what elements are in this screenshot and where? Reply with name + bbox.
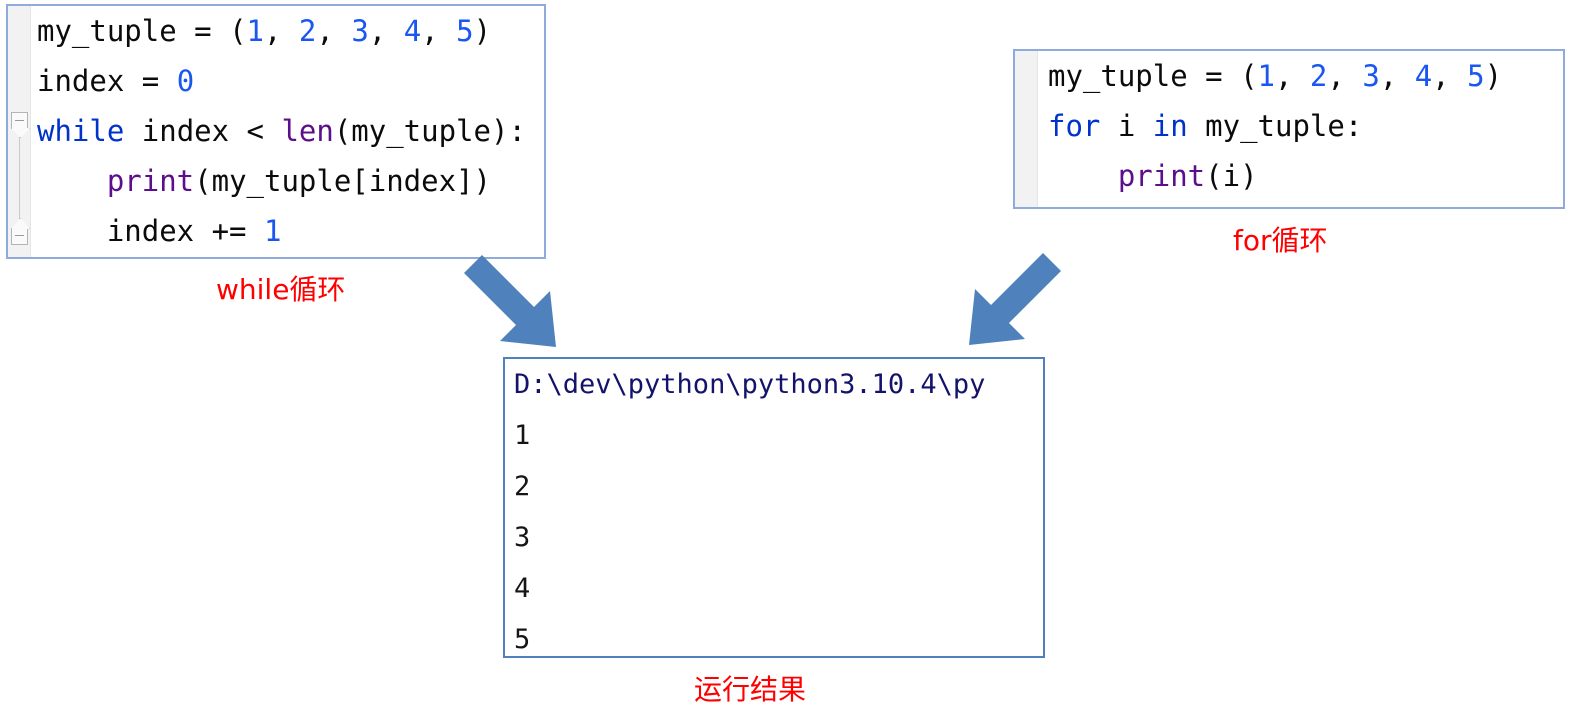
- code-token: 5: [1467, 59, 1485, 93]
- output-line: 3: [514, 522, 531, 553]
- label-run-result: 运行结果: [694, 673, 807, 706]
- code-token: 1: [263, 214, 282, 248]
- code-token: (: [229, 14, 247, 48]
- code-token: while: [37, 114, 125, 148]
- output-line: 1: [514, 420, 531, 451]
- code-token: my_tuple =: [1048, 59, 1241, 93]
- code-token: 0: [176, 64, 195, 98]
- arrow-while-to-output: [460, 255, 556, 347]
- code-line: my_tuple = (1, 2, 3, 4, 5): [1038, 51, 1563, 101]
- code-token: ): [473, 14, 492, 48]
- code-token: 1: [1257, 59, 1275, 93]
- code-line: index = 0: [31, 56, 544, 106]
- code-token: ,: [1327, 59, 1363, 93]
- code-token: in: [1152, 109, 1188, 143]
- fold-collapse-icon[interactable]: [11, 112, 28, 129]
- code-token: for: [1048, 109, 1101, 143]
- code-token: 2: [298, 14, 317, 48]
- code-token: i: [1100, 109, 1153, 143]
- while-loop-code-panel[interactable]: my_tuple = (1, 2, 3, 4, 5) index = 0 while…: [6, 4, 546, 259]
- label-for-loop: for循环: [1233, 224, 1328, 257]
- code-token: print: [1117, 159, 1206, 193]
- code-line: for i in my_tuple:: [1038, 101, 1563, 151]
- output-values-list: 1 2 3 4 5: [505, 410, 1043, 656]
- code-line: index += 1: [31, 206, 544, 256]
- code-token: len: [281, 114, 334, 148]
- code-token: ,: [316, 14, 352, 48]
- code-token: ,: [1379, 59, 1415, 93]
- run-output-console[interactable]: D:\dev\python\python3.10.4\py 1 2 3 4 5: [503, 357, 1045, 658]
- label-while-loop: while循环: [216, 273, 346, 306]
- for-loop-code-panel[interactable]: my_tuple = (1, 2, 3, 4, 5) for i in my_tu…: [1013, 49, 1565, 209]
- code-token: (: [1240, 59, 1258, 93]
- code-token: (my_tuple[index]): [194, 164, 491, 198]
- code-token: ,: [1432, 59, 1468, 93]
- output-line: 4: [514, 573, 531, 604]
- code-token: 1: [246, 14, 264, 48]
- output-command-line: D:\dev\python\python3.10.4\py: [514, 369, 986, 400]
- code-token: 4: [1414, 59, 1433, 93]
- code-token: 3: [351, 14, 369, 48]
- code-token: ,: [421, 14, 457, 48]
- code-token: my_tuple:: [1187, 109, 1363, 143]
- output-line: 2: [514, 471, 531, 502]
- code-line: while index < len(my_tuple):: [31, 106, 544, 156]
- code-token: ): [1484, 59, 1503, 93]
- code-token: (i): [1205, 159, 1258, 193]
- while-code-gutter[interactable]: [8, 6, 31, 257]
- code-token: 5: [456, 14, 474, 48]
- code-token: (my_tuple):: [333, 114, 526, 148]
- code-token: 4: [403, 14, 422, 48]
- code-token: my_tuple =: [37, 14, 230, 48]
- code-token: print: [106, 164, 195, 198]
- code-token: ,: [264, 14, 299, 48]
- code-token: ,: [368, 14, 404, 48]
- arrow-for-to-output: [969, 253, 1065, 345]
- code-token: ,: [1275, 59, 1310, 93]
- code-line: print(i): [1038, 151, 1563, 201]
- code-fold-rail: [19, 126, 20, 230]
- code-line: my_tuple = (1, 2, 3, 4, 5): [31, 6, 544, 56]
- code-line: print(my_tuple[index]): [31, 156, 544, 206]
- code-token: index <: [124, 114, 282, 148]
- output-line: 5: [514, 624, 531, 655]
- code-token: 3: [1362, 59, 1380, 93]
- while-code-text-area[interactable]: my_tuple = (1, 2, 3, 4, 5) index = 0 while…: [31, 6, 544, 257]
- code-token: 2: [1309, 59, 1328, 93]
- for-code-gutter[interactable]: [1015, 51, 1038, 207]
- fold-end-icon[interactable]: [11, 228, 28, 245]
- code-token: index +=: [37, 214, 264, 248]
- code-token: index =: [37, 64, 177, 98]
- for-code-text-area[interactable]: my_tuple = (1, 2, 3, 4, 5) for i in my_tu…: [1038, 51, 1563, 207]
